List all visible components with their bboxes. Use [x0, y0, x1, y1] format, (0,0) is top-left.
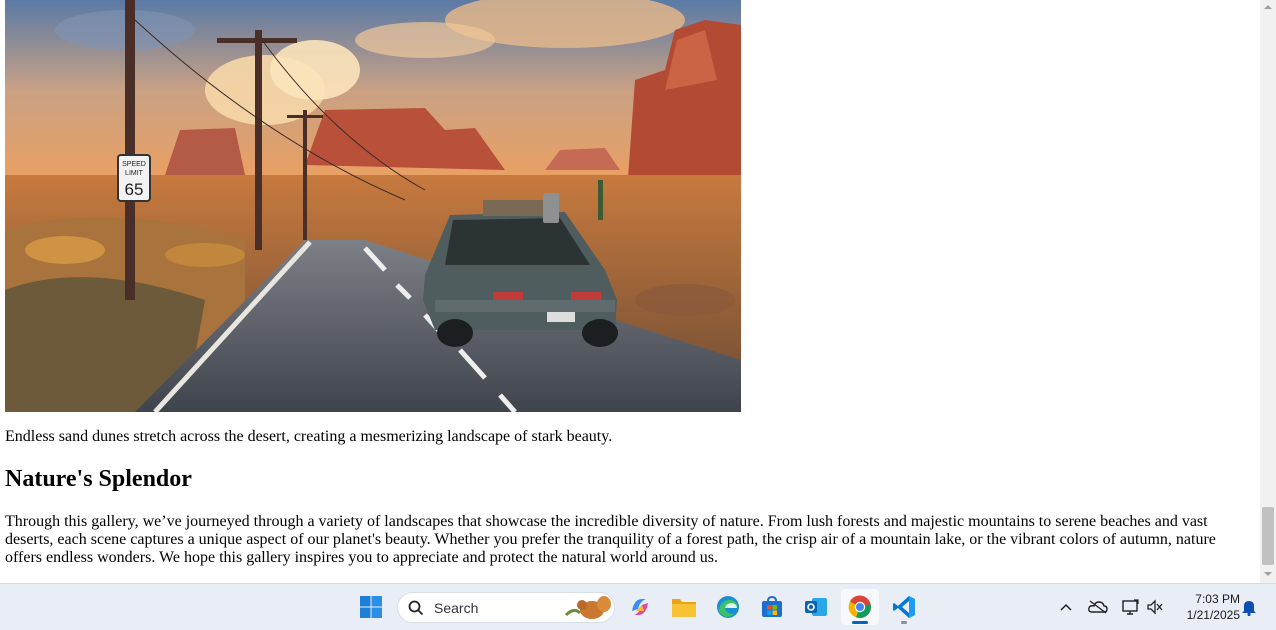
scroll-thumb[interactable]: [1262, 507, 1274, 565]
taskbar-app-chrome[interactable]: [841, 589, 879, 625]
active-app-indicator: [852, 621, 868, 624]
gallery-summary-paragraph: Through this gallery, we’ve journeyed th…: [5, 513, 1216, 566]
clock-date: 1/21/2025: [1186, 608, 1240, 622]
notification-bell-icon: [1242, 601, 1256, 616]
onedrive-icon: [1088, 600, 1108, 614]
image-caption: Endless sand dunes stretch across the de…: [5, 428, 613, 445]
file-explorer-icon: [672, 599, 696, 617]
desert-road-image: SPEED LIMIT 65: [5, 0, 741, 412]
chevron-up-icon: [1060, 603, 1072, 611]
search-placeholder: Search: [434, 600, 479, 616]
taskbar-clock[interactable]: 7:03 PM 1/21/2025: [1170, 591, 1240, 623]
start-icon: [360, 596, 382, 618]
taskbar: Search 7:03 PM 1/21/2025: [0, 583, 1276, 630]
network-icon: [1122, 599, 1139, 615]
vscode-icon: [893, 596, 915, 618]
taskbar-app-edge[interactable]: [709, 589, 747, 625]
clock-time: 7:03 PM: [1195, 592, 1240, 606]
volume-icon: [1147, 599, 1163, 615]
vertical-scrollbar[interactable]: [1260, 0, 1276, 583]
microsoft-store-icon: [762, 596, 782, 617]
scroll-down-arrow-icon[interactable]: [1260, 567, 1276, 581]
copilot-icon: [632, 599, 648, 615]
running-app-indicator: [901, 621, 907, 624]
browser-page: SPEED LIMIT 65 Endless sand dunes stretc…: [0, 0, 1260, 583]
taskbar-search-box[interactable]: Search: [397, 592, 615, 623]
notification-center-button[interactable]: [1238, 596, 1260, 618]
section-title: Nature's Splendor: [5, 466, 192, 492]
taskbar-app-microsoft-store[interactable]: [753, 589, 791, 625]
taskbar-app-outlook[interactable]: [797, 589, 835, 625]
taskbar-app-vscode[interactable]: [885, 589, 923, 625]
edge-icon: [717, 596, 739, 618]
network-tray-button[interactable]: [1119, 596, 1141, 618]
show-hidden-icons-button[interactable]: [1055, 596, 1077, 618]
sign-limit-text: LIMIT: [125, 170, 144, 177]
outlook-icon: [805, 598, 827, 616]
sign-speed-text: SPEED: [122, 161, 146, 168]
search-highlight-squirrel-icon: [564, 596, 611, 619]
onedrive-tray-button[interactable]: [1087, 596, 1109, 618]
chrome-icon: [848, 595, 871, 619]
search-icon: [408, 600, 424, 616]
taskbar-app-file-explorer[interactable]: [665, 589, 703, 625]
sign-value-text: 65: [125, 180, 144, 199]
start-button[interactable]: [352, 589, 390, 625]
volume-tray-button[interactable]: [1144, 596, 1166, 618]
taskbar-app-copilot[interactable]: [621, 589, 659, 625]
scroll-up-arrow-icon[interactable]: [1260, 0, 1276, 14]
